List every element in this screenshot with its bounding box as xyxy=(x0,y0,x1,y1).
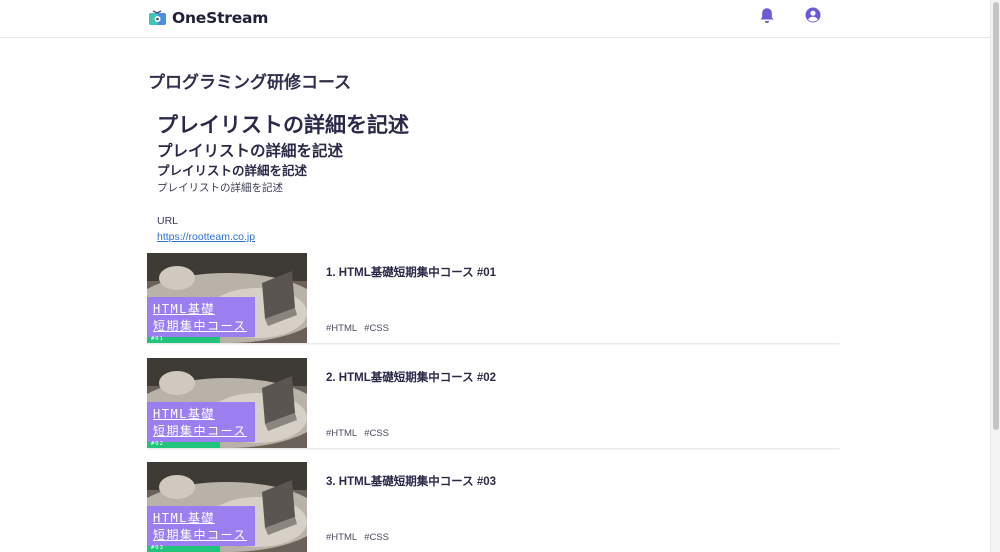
thumbnail-title-line2: 短期集中コース xyxy=(153,528,247,542)
tag[interactable]: #HTML xyxy=(326,323,357,334)
playlist-item-card[interactable]: HTML基礎 短期集中コース #02 2. HTML基礎短期集中コース #02 … xyxy=(147,358,841,448)
playlist-heading-3: プレイリストの詳細を記述 xyxy=(157,164,308,178)
page-scrollbar[interactable] xyxy=(990,0,1000,552)
tag-list: #HTML #CSS xyxy=(326,323,389,334)
bell-icon[interactable] xyxy=(759,7,775,24)
thumbnail-title-line2: 短期集中コース xyxy=(153,424,247,438)
scrollbar-thumb[interactable] xyxy=(993,2,999,430)
thumbnail-title-line1: HTML基礎 xyxy=(153,302,215,316)
video-thumbnail[interactable]: HTML基礎 短期集中コース #02 xyxy=(147,358,307,448)
tv-logo-icon xyxy=(149,10,166,25)
user-circle-icon[interactable] xyxy=(805,7,821,23)
tag[interactable]: #CSS xyxy=(364,428,389,439)
tag[interactable]: #HTML xyxy=(326,428,357,439)
playlist-item-card[interactable]: HTML基礎 短期集中コース #01 1. HTML基礎短期集中コース #01 … xyxy=(147,253,841,343)
thumbnail-episode-number: #01 xyxy=(151,336,164,342)
tag[interactable]: #CSS xyxy=(364,532,389,543)
playlist-item-card[interactable]: HTML基礎 短期集中コース #03 3. HTML基礎短期集中コース #03 … xyxy=(147,462,841,552)
top-header: OneStream xyxy=(0,0,990,38)
tag-list: #HTML #CSS xyxy=(326,428,389,439)
playlist-heading-2: プレイリストの詳細を記述 xyxy=(157,143,344,160)
tag[interactable]: #CSS xyxy=(364,323,389,334)
thumbnail-title-line1: HTML基礎 xyxy=(153,407,215,421)
video-title[interactable]: 3. HTML基礎短期集中コース #03 xyxy=(326,473,496,489)
url-label: URL xyxy=(157,215,179,227)
video-title[interactable]: 2. HTML基礎短期集中コース #02 xyxy=(326,369,496,385)
brand[interactable]: OneStream xyxy=(148,8,268,28)
video-title[interactable]: 1. HTML基礎短期集中コース #01 xyxy=(326,264,496,280)
video-thumbnail[interactable]: HTML基礎 短期集中コース #03 xyxy=(147,462,307,552)
tag[interactable]: #HTML xyxy=(326,532,357,543)
thumbnail-title-line2: 短期集中コース xyxy=(153,319,247,333)
url-link[interactable]: https://rootteam.co.jp xyxy=(157,231,255,243)
thumbnail-episode-number: #02 xyxy=(151,441,164,447)
video-thumbnail[interactable]: HTML基礎 短期集中コース #01 xyxy=(147,253,307,343)
course-title: プログラミング研修コース xyxy=(148,73,352,92)
playlist-description: プレイリストの詳細を記述 xyxy=(157,182,283,194)
thumbnail-title-line1: HTML基礎 xyxy=(153,511,215,525)
tag-list: #HTML #CSS xyxy=(326,532,389,543)
playlist-heading-1: プレイリストの詳細を記述 xyxy=(157,114,409,137)
brand-name: OneStream xyxy=(172,9,269,27)
thumbnail-episode-number: #03 xyxy=(151,545,164,551)
